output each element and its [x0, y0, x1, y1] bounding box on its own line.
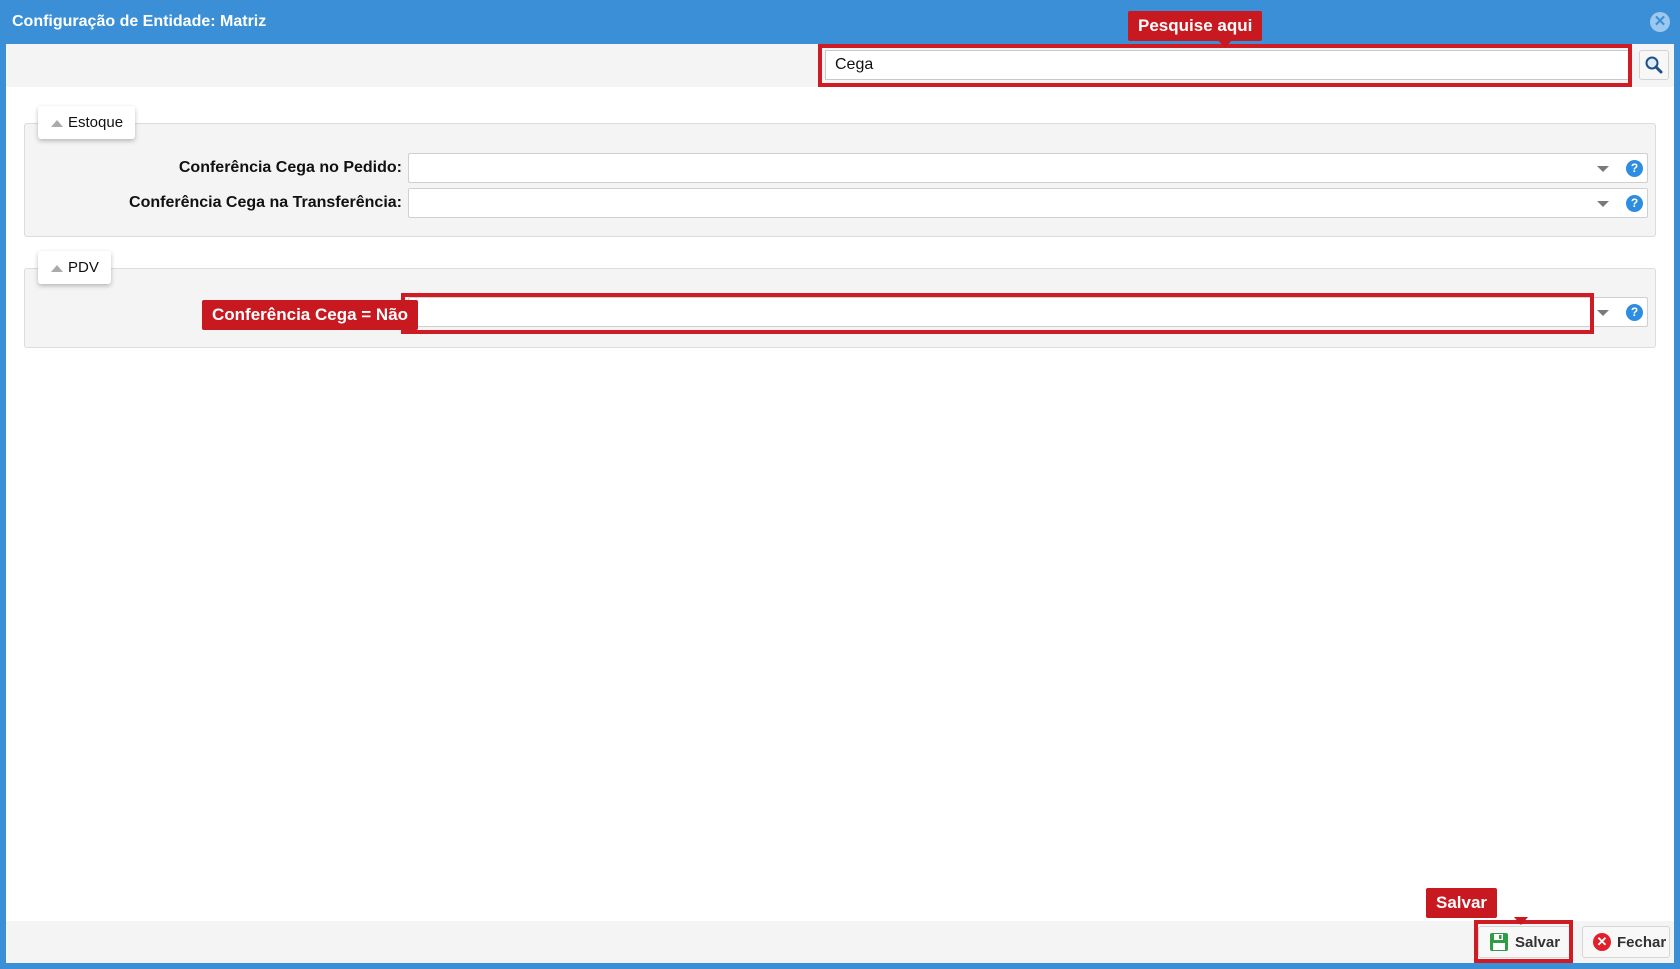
- annotation-text: Salvar: [1436, 893, 1488, 912]
- chevron-down-icon: [1597, 310, 1609, 316]
- field-label-pedido: Conferência Cega no Pedido:: [178, 159, 402, 176]
- config-window: Configuração de Entidade: Matriz ✕ Estoq…: [0, 0, 1680, 969]
- dialog-footer: Salvar ✕ Fechar: [6, 921, 1674, 963]
- section-toggle-estoque[interactable]: Estoque: [38, 106, 136, 139]
- callout-pointer: [1514, 917, 1528, 925]
- section-title: PDV: [68, 259, 99, 276]
- search-button[interactable]: [1639, 50, 1669, 80]
- collapse-arrow-icon: [51, 120, 63, 127]
- annotation-save-label: Salvar: [1426, 888, 1528, 925]
- annotation-search-label: Pesquise aqui: [1128, 11, 1263, 48]
- collapse-arrow-icon: [51, 265, 63, 272]
- annotation-pdv-label: Conferência Cega = Não: [202, 300, 419, 330]
- select-conferencia-transferencia[interactable]: ?: [408, 188, 1648, 218]
- select-conferencia-pdv[interactable]: ?: [408, 297, 1648, 327]
- window-content: Estoque Conferência Cega no Pedido: ? Co…: [6, 44, 1674, 963]
- close-icon: ✕: [1593, 933, 1611, 951]
- help-icon[interactable]: ?: [1626, 160, 1643, 177]
- select-conferencia-pedido[interactable]: ?: [408, 153, 1648, 183]
- close-window-icon[interactable]: ✕: [1650, 12, 1670, 32]
- chevron-down-icon: [1597, 201, 1609, 207]
- window-title: Configuração de Entidade: Matriz: [12, 13, 267, 30]
- chevron-down-icon: [1597, 166, 1609, 172]
- section-toggle-pdv[interactable]: PDV: [38, 251, 111, 284]
- search-bar: [6, 44, 1674, 87]
- save-button[interactable]: Salvar: [1478, 926, 1573, 958]
- save-button-label: Salvar: [1515, 933, 1561, 951]
- save-icon: [1490, 933, 1508, 951]
- close-button-label: Fechar: [1617, 933, 1667, 951]
- field-label-transferencia: Conferência Cega na Transferência:: [129, 194, 402, 211]
- callout-pointer: [1218, 40, 1232, 48]
- help-icon[interactable]: ?: [1626, 195, 1643, 212]
- search-input[interactable]: [825, 50, 1632, 80]
- annotation-text: Conferência Cega = Não: [212, 305, 409, 324]
- annotation-text: Pesquise aqui: [1138, 16, 1253, 35]
- window-titlebar[interactable]: Configuração de Entidade: Matriz ✕: [0, 0, 1680, 44]
- close-button[interactable]: ✕ Fechar: [1582, 926, 1670, 958]
- section-title: Estoque: [68, 114, 124, 131]
- search-icon: [1645, 56, 1663, 74]
- help-icon[interactable]: ?: [1626, 304, 1643, 321]
